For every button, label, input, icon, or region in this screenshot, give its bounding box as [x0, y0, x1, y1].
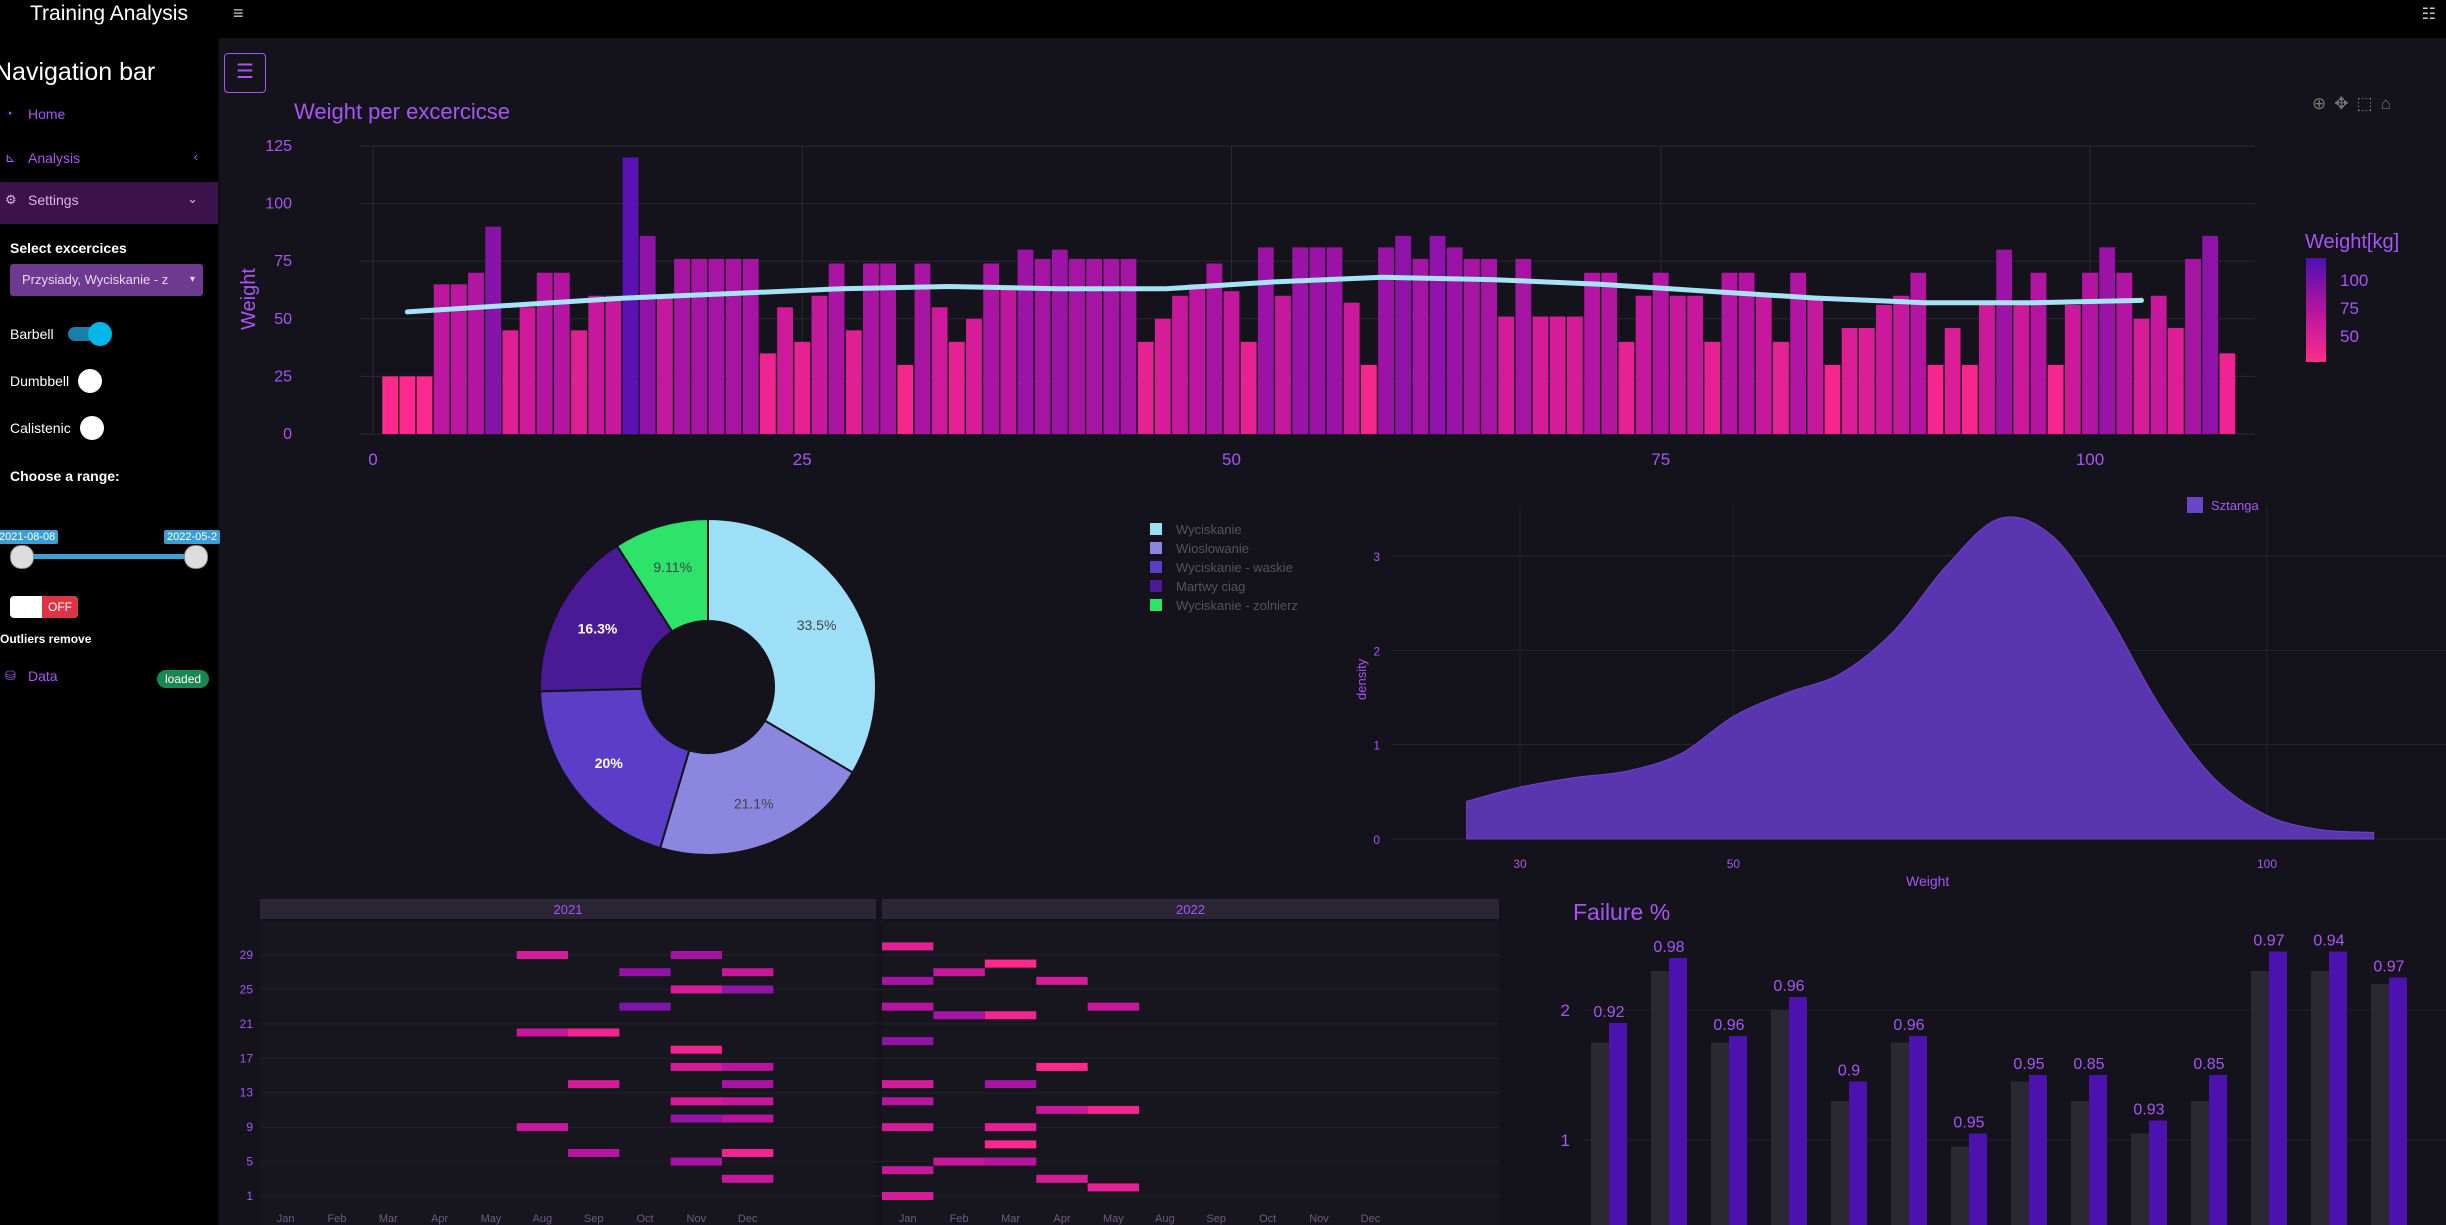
- caret-down-icon: ▾: [189, 274, 195, 285]
- barbell-switch[interactable]: [68, 322, 112, 346]
- top-navbar: Training Analysis ≡ ☷: [0, 0, 2446, 38]
- gears-icon: ⚙: [5, 192, 17, 207]
- calistenic-switch[interactable]: [68, 416, 112, 440]
- sidebar-item-label: Home: [28, 106, 66, 122]
- list-icon[interactable]: ☷: [2422, 4, 2436, 24]
- dumbbell-switch[interactable]: [68, 369, 112, 393]
- home-icon[interactable]: ⌂: [2381, 94, 2399, 113]
- outliers-toggle-state: OFF: [42, 596, 78, 618]
- sidebar-title: Navigation bar: [0, 58, 156, 86]
- database-icon: ⛁: [5, 668, 16, 683]
- range-end-handle[interactable]: [184, 545, 208, 569]
- range-start-handle[interactable]: [10, 545, 34, 569]
- filter-settings-button[interactable]: ☰: [224, 53, 266, 93]
- sidebar-item-analysis[interactable]: ⊾ Analysis ‹: [0, 140, 218, 180]
- box-select-icon[interactable]: ⬚: [2357, 94, 2381, 113]
- app-title: Training Analysis: [30, 2, 188, 25]
- chart-line-icon: ⊾: [5, 150, 16, 165]
- sidebar-item-settings[interactable]: ⚙ Settings ⌄: [0, 182, 218, 224]
- zoom-icon[interactable]: ⊕: [2312, 94, 2334, 113]
- sidebar: Navigation bar ◔ Home ⊾ Analysis ‹ ⚙ Set…: [0, 38, 221, 1225]
- hamburger-menu-icon[interactable]: ≡: [233, 3, 244, 24]
- plot-modebar[interactable]: ⊕✥⬚⌂: [2312, 94, 2399, 114]
- date-range-track[interactable]: [20, 554, 196, 559]
- range-end-tooltip: 2022-05-2: [164, 530, 221, 544]
- exercise-select-value: Przysiady, Wyciskanie - z: [22, 272, 169, 287]
- sidebar-item-label: Data: [28, 668, 58, 684]
- exercise-multiselect[interactable]: Przysiady, Wyciskanie - z ▾: [10, 264, 203, 296]
- switch-label-barbell: Barbell: [10, 326, 54, 342]
- data-status-badge: loaded: [157, 670, 210, 688]
- outliers-label: Outliers remove: [0, 632, 92, 646]
- switch-label-calistenic: Calistenic: [10, 420, 71, 436]
- switch-label-dumbbell: Dumbbell: [10, 373, 70, 389]
- pan-icon[interactable]: ✥: [2334, 94, 2356, 113]
- range-start-tooltip: 2021-08-08: [0, 530, 59, 544]
- sidebar-item-label: Settings: [28, 192, 79, 208]
- chevron-down-icon: ⌄: [187, 191, 198, 206]
- main-content: [220, 38, 2446, 1225]
- select-exercises-label: Select excercices: [10, 240, 127, 256]
- chevron-left-icon: ‹: [193, 149, 198, 164]
- outliers-toggle[interactable]: OFF: [10, 596, 78, 618]
- gauge-icon: ◔: [5, 106, 13, 121]
- range-label: Choose a range:: [10, 468, 120, 484]
- sidebar-item-label: Analysis: [28, 150, 81, 166]
- sidebar-item-home[interactable]: ◔ Home: [0, 96, 218, 136]
